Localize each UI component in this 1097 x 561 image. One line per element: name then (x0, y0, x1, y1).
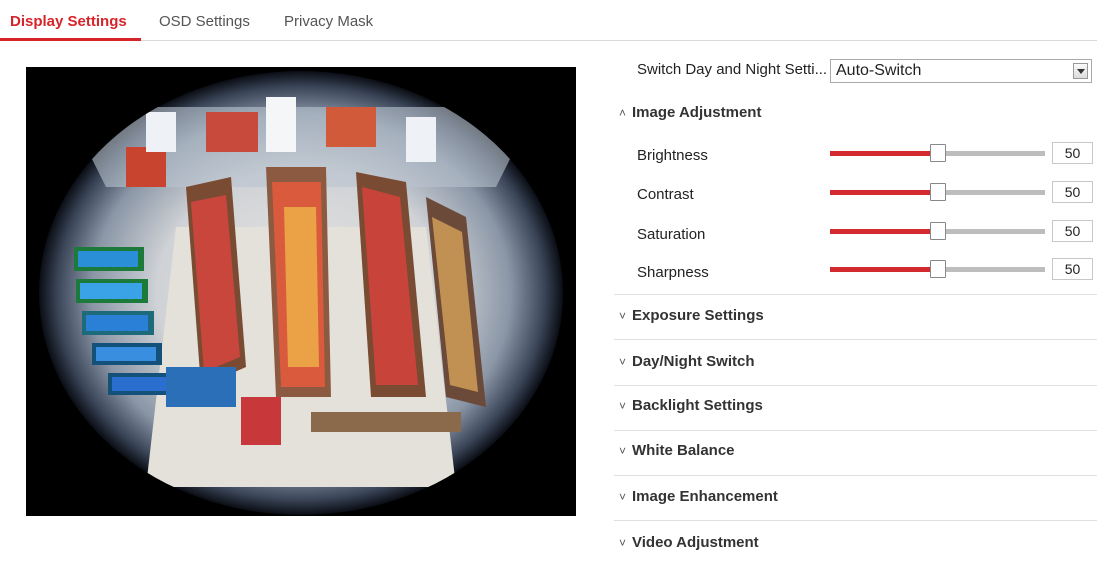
saturation-label: Saturation (637, 226, 706, 243)
saturation-slider[interactable] (830, 222, 1045, 240)
divider (614, 430, 1097, 431)
tab-privacy-mask[interactable]: Privacy Mask (284, 13, 373, 30)
saturation-value-input[interactable]: 50 (1052, 220, 1093, 242)
sharpness-slider-handle[interactable] (929, 260, 946, 278)
section-exposure-settings-title: Exposure Settings (632, 307, 764, 324)
brightness-label: Brightness (637, 147, 708, 164)
section-video-adjustment-title: Video Adjustment (632, 534, 759, 551)
brightness-value-input[interactable]: 50 (1052, 142, 1093, 164)
brightness-slider-fill (830, 151, 938, 156)
chevron-down-icon: ˅ (619, 444, 627, 458)
switch-day-night-value: Auto-Switch (836, 62, 922, 79)
section-image-enhancement[interactable]: ˅ Image Enhancement (619, 488, 778, 505)
fisheye-image (26, 67, 576, 516)
chevron-down-icon: ˅ (619, 309, 627, 323)
tab-bar: Display Settings OSD Settings Privacy Ma… (0, 0, 1097, 41)
tab-osd-settings[interactable]: OSD Settings (159, 13, 250, 30)
section-white-balance[interactable]: ˅ White Balance (619, 442, 735, 459)
section-exposure-settings[interactable]: ˅ Exposure Settings (619, 307, 764, 324)
section-backlight-settings[interactable]: ˅ Backlight Settings (619, 397, 763, 414)
sharpness-value-input[interactable]: 50 (1052, 258, 1093, 280)
divider (614, 339, 1097, 340)
dropdown-arrow-icon[interactable] (1073, 63, 1088, 79)
active-tab-indicator (0, 38, 141, 41)
chevron-down-icon: ˅ (619, 536, 627, 550)
section-white-balance-title: White Balance (632, 442, 735, 459)
chevron-down-icon: ˅ (619, 355, 627, 369)
section-image-adjustment[interactable]: ˄ Image Adjustment (619, 104, 761, 121)
section-image-enhancement-title: Image Enhancement (632, 488, 778, 505)
contrast-value-input[interactable]: 50 (1052, 181, 1093, 203)
contrast-slider-handle[interactable] (929, 183, 946, 201)
brightness-slider[interactable] (830, 144, 1045, 162)
live-video-preview[interactable] (26, 67, 576, 516)
divider (614, 475, 1097, 476)
saturation-slider-fill (830, 229, 938, 234)
chevron-down-icon: ˅ (619, 399, 627, 413)
divider (614, 385, 1097, 386)
switch-day-night-select[interactable]: Auto-Switch (830, 59, 1092, 83)
sharpness-slider[interactable] (830, 260, 1045, 278)
switch-day-night-label: Switch Day and Night Setti... (637, 61, 828, 78)
section-backlight-settings-title: Backlight Settings (632, 397, 763, 414)
divider (614, 294, 1097, 295)
section-video-adjustment[interactable]: ˅ Video Adjustment (619, 534, 759, 551)
chevron-down-icon: ˅ (619, 490, 627, 504)
section-day-night-switch[interactable]: ˅ Day/Night Switch (619, 353, 755, 370)
section-day-night-switch-title: Day/Night Switch (632, 353, 755, 370)
section-image-adjustment-title: Image Adjustment (632, 104, 762, 121)
divider (614, 520, 1097, 521)
brightness-slider-handle[interactable] (929, 144, 946, 162)
sharpness-label: Sharpness (637, 264, 709, 281)
sharpness-slider-fill (830, 267, 938, 272)
saturation-slider-handle[interactable] (929, 222, 946, 240)
tab-display-settings[interactable]: Display Settings (10, 13, 127, 30)
contrast-label: Contrast (637, 186, 694, 203)
contrast-slider[interactable] (830, 183, 1045, 201)
contrast-slider-fill (830, 190, 938, 195)
chevron-up-icon: ˄ (619, 106, 627, 120)
